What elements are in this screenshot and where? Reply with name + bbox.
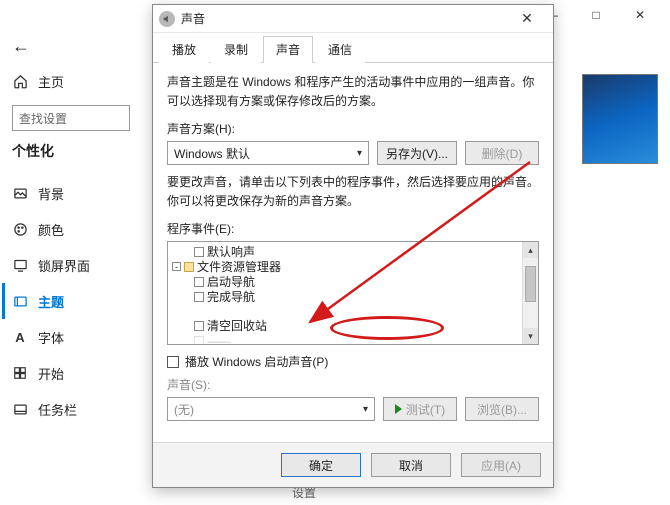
sound-dialog-titlebar: 声音 ✕ — [153, 5, 553, 33]
maximize-button[interactable]: □ — [574, 1, 618, 29]
sidebar-label-lockscreen: 锁屏界面 — [38, 256, 90, 275]
maximize-icon: □ — [592, 8, 599, 22]
theme-icon — [12, 293, 28, 309]
program-events-list[interactable]: 默认响声 - 文件资源管理器 启动导航 完成导航 — — [167, 241, 539, 345]
tab-communications[interactable]: 通信 — [315, 36, 365, 63]
sidebar-label-colors: 颜色 — [38, 220, 64, 239]
sidebar-item-colors[interactable]: 颜色 — [12, 211, 140, 247]
cancel-button[interactable]: 取消 — [371, 453, 451, 477]
delete-button[interactable]: 删除(D) — [465, 141, 539, 165]
image-icon — [12, 185, 28, 201]
event-hidden2[interactable]: —— — [172, 333, 518, 345]
taskbar-icon — [12, 401, 28, 417]
sound-tabs: 播放 录制 声音 通信 — [153, 33, 553, 63]
scheme-value: Windows 默认 — [174, 145, 250, 162]
close-button[interactable]: ✕ — [618, 1, 662, 29]
ok-button[interactable]: 确定 — [281, 453, 361, 477]
sidebar-label-background: 背景 — [38, 184, 64, 203]
chevron-down-icon: ▾ — [363, 404, 368, 415]
sound-dialog-body: 声音主题是在 Windows 和程序产生的活动事件中应用的一组声音。你可以选择现… — [153, 63, 553, 429]
event-group-explorer[interactable]: - 文件资源管理器 — [172, 259, 518, 274]
sound-file-label: 声音(S): — [167, 376, 539, 393]
dialog-close-button[interactable]: ✕ — [507, 10, 547, 27]
tab-playback[interactable]: 播放 — [159, 36, 209, 63]
checkbox-box — [167, 356, 179, 368]
home-icon — [12, 73, 28, 89]
doc-icon — [194, 292, 204, 302]
start-icon — [12, 365, 28, 381]
events-label: 程序事件(E): — [167, 220, 539, 237]
back-icon[interactable]: ← — [12, 36, 140, 57]
search-placeholder: 查找设置 — [19, 110, 123, 127]
dialog-footer: 确定 取消 应用(A) — [153, 442, 553, 487]
desc-text: 要更改声音，请单击以下列表中的程序事件，然后选择要应用的声音。你可以将更改保存为… — [167, 173, 539, 210]
doc-icon — [194, 277, 204, 287]
sidebar-item-taskbar[interactable]: 任务栏 — [12, 391, 140, 427]
section-title: 个性化 — [12, 141, 140, 161]
search-input[interactable]: 查找设置 — [12, 105, 130, 131]
doc-icon — [194, 247, 204, 257]
font-icon: A — [12, 329, 28, 345]
save-as-button[interactable]: 另存为(V)... — [377, 141, 457, 165]
event-label: 完成导航 — [207, 288, 255, 305]
scroll-down-icon[interactable]: ▾ — [523, 328, 538, 344]
sound-file-value: (无) — [174, 401, 194, 418]
palette-icon — [12, 221, 28, 237]
close-icon: ✕ — [521, 10, 533, 26]
sound-dialog: 声音 ✕ 播放 录制 声音 通信 声音主题是在 Windows 和程序产生的活动… — [152, 4, 554, 488]
event-label: 清空回收站 — [207, 317, 267, 334]
tab-recording[interactable]: 录制 — [211, 36, 261, 63]
chevron-down-icon: ▾ — [357, 148, 362, 159]
scheme-dropdown[interactable]: Windows 默认 ▾ — [167, 141, 369, 165]
sidebar-item-background[interactable]: 背景 — [12, 175, 140, 211]
collapse-icon[interactable]: - — [172, 262, 181, 271]
sidebar-item-fonts[interactable]: A 字体 — [12, 319, 140, 355]
scroll-thumb[interactable] — [525, 266, 536, 302]
event-empty-recycle-bin[interactable]: 清空回收站 — [172, 318, 518, 333]
tab-sounds[interactable]: 声音 — [263, 36, 313, 63]
settings-sidebar: ← 主页 查找设置 个性化 背景 颜色 锁屏界面 — [0, 30, 140, 427]
sound-dialog-title: 声音 — [181, 10, 507, 27]
sidebar-item-lockscreen[interactable]: 锁屏界面 — [12, 247, 140, 283]
test-label: 测试(T) — [406, 401, 445, 418]
test-button[interactable]: 测试(T) — [383, 397, 457, 421]
sidebar-item-themes[interactable]: 主题 — [2, 283, 140, 319]
event-nav-start[interactable]: 启动导航 — [172, 274, 518, 289]
folder-icon — [184, 262, 194, 272]
event-default-beep[interactable]: 默认响声 — [172, 244, 518, 259]
speaker-icon — [159, 11, 175, 27]
close-icon: ✕ — [635, 8, 645, 22]
apply-button[interactable]: 应用(A) — [461, 453, 541, 477]
intro-text: 声音主题是在 Windows 和程序产生的活动事件中应用的一组声音。你可以选择现… — [167, 73, 539, 110]
sidebar-item-home[interactable]: 主页 — [12, 63, 140, 99]
play-startup-checkbox[interactable]: 播放 Windows 启动声音(P) — [167, 353, 539, 370]
list-scrollbar[interactable]: ▴ ▾ — [522, 242, 538, 344]
theme-preview-thumbnail — [582, 74, 658, 164]
sidebar-label-fonts: 字体 — [38, 328, 64, 347]
play-startup-label: 播放 Windows 启动声音(P) — [185, 353, 328, 370]
sidebar-label-start: 开始 — [38, 364, 64, 383]
sidebar-label-themes: 主题 — [38, 292, 64, 311]
sidebar-label-home: 主页 — [38, 72, 64, 91]
browse-button[interactable]: 浏览(B)... — [465, 397, 539, 421]
doc-icon — [194, 321, 204, 331]
scroll-up-icon[interactable]: ▴ — [523, 242, 538, 258]
sound-file-dropdown[interactable]: (无) ▾ — [167, 397, 375, 421]
play-icon — [395, 404, 402, 414]
sidebar-label-taskbar: 任务栏 — [38, 400, 77, 419]
event-nav-done[interactable]: 完成导航 — [172, 289, 518, 304]
lockscreen-icon — [12, 257, 28, 273]
sidebar-item-start[interactable]: 开始 — [12, 355, 140, 391]
scheme-label: 声音方案(H): — [167, 120, 539, 137]
